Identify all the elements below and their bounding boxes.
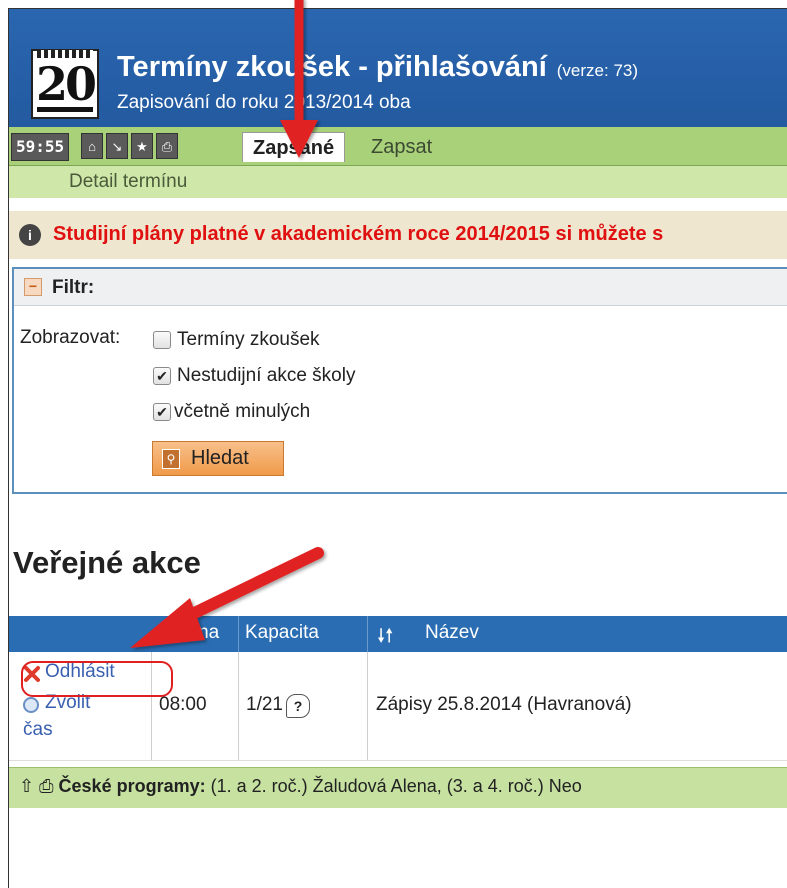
arrow-to-tab bbox=[280, 0, 318, 158]
annotation-arrows bbox=[130, 0, 324, 648]
arrow-to-unregister bbox=[130, 547, 324, 648]
